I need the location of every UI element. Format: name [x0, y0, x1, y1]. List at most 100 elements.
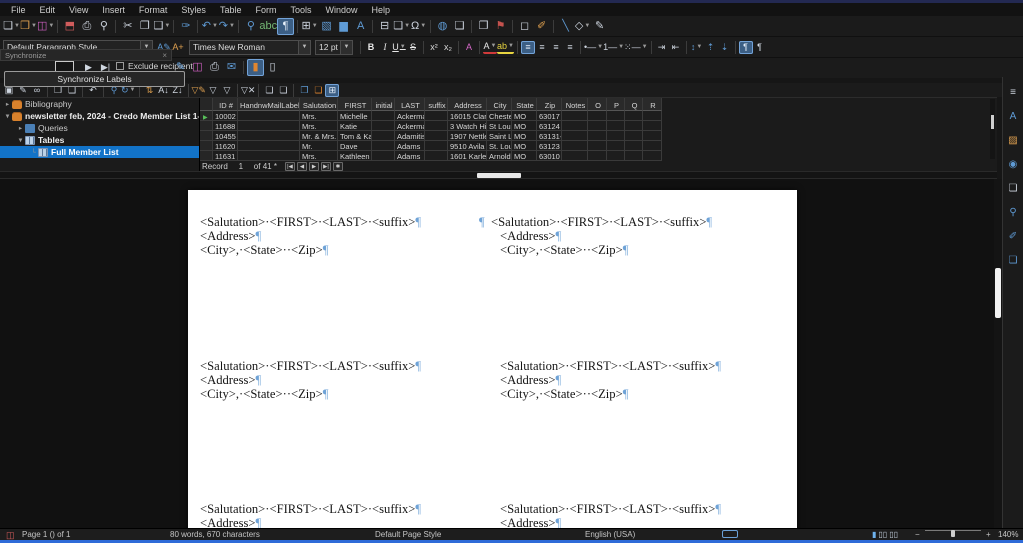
- special-character-icon[interactable]: Ω ▼: [410, 18, 427, 35]
- font-size-combo[interactable]: 12 pt ▼: [315, 39, 353, 55]
- table-cell[interactable]: [625, 131, 643, 141]
- table-cell[interactable]: 63124: [537, 121, 562, 131]
- left-to-right-button[interactable]: ¶: [738, 40, 753, 54]
- mail-merge-label-block[interactable]: <Salutation>·<FIRST>·<LAST>·<suffix>¶ <Ad…: [500, 359, 721, 401]
- chevron-down-icon[interactable]: ▼: [642, 44, 648, 50]
- table-cell[interactable]: [588, 151, 607, 161]
- column-header[interactable]: Zip: [537, 98, 562, 111]
- column-header[interactable]: Q: [625, 98, 643, 111]
- print-preview-icon[interactable]: ⚲: [95, 18, 112, 35]
- menu-view[interactable]: View: [62, 3, 95, 16]
- column-header[interactable]: Notes: [562, 98, 588, 111]
- accessibility-check-icon[interactable]: ❏: [1006, 253, 1021, 268]
- chevron-down-icon[interactable]: ▼: [696, 44, 702, 50]
- show-draw-functions-icon[interactable]: ✎: [591, 18, 608, 35]
- data-to-fields-icon[interactable]: ❏: [276, 84, 290, 97]
- table-cell[interactable]: Chesterf: [487, 111, 512, 121]
- table-cell[interactable]: 63123: [537, 141, 562, 151]
- formatting-marks-icon[interactable]: ¶: [277, 17, 295, 35]
- row-selector[interactable]: [200, 121, 213, 131]
- font-name-combo[interactable]: Times New Roman ▼: [189, 39, 311, 55]
- row-selector[interactable]: [200, 131, 213, 141]
- table-cell[interactable]: [643, 141, 662, 151]
- save-merged-documents-icon[interactable]: ◫: [189, 59, 206, 76]
- expand-icon[interactable]: ▸: [3, 100, 12, 108]
- decrease-indent-button[interactable]: ⇤: [669, 41, 683, 54]
- scrollbar-thumb[interactable]: [477, 173, 521, 178]
- insert-image-icon[interactable]: ▧: [318, 18, 335, 35]
- column-header[interactable]: State: [512, 98, 537, 111]
- column-header[interactable]: R: [643, 98, 662, 111]
- chevron-down-icon[interactable]: ▼: [584, 23, 590, 29]
- table-cell[interactable]: Michelle: [338, 111, 372, 121]
- current-database-icon[interactable]: ▮: [247, 59, 264, 76]
- insert-line-icon[interactable]: ╲: [557, 18, 574, 35]
- table-cell[interactable]: Tom & Ka: [338, 131, 372, 141]
- table-cell[interactable]: [238, 151, 300, 161]
- chevron-down-icon[interactable]: ▼: [340, 40, 352, 54]
- mail-merge-label-block[interactable]: <Salutation>·<FIRST>·<LAST>·<suffix>¶ <Ad…: [200, 502, 421, 528]
- table-cell[interactable]: Mrs.: [300, 151, 338, 161]
- chevron-down-icon[interactable]: ▼: [491, 43, 497, 49]
- autofilter-icon[interactable]: ▽✎: [192, 84, 206, 97]
- column-header[interactable]: LAST: [395, 98, 425, 111]
- menu-format[interactable]: Format: [132, 3, 175, 16]
- table-cell[interactable]: 11631: [213, 151, 238, 161]
- zoom-level-value[interactable]: 140%: [998, 530, 1018, 539]
- outline-list-button[interactable]: ⁙— ▼: [624, 41, 648, 54]
- table-cell[interactable]: MO: [512, 131, 537, 141]
- table-cell[interactable]: [607, 131, 625, 141]
- explorer-on-off-icon[interactable]: ⊞: [325, 83, 340, 97]
- chevron-down-icon[interactable]: ▼: [212, 23, 218, 29]
- table-cell[interactable]: 16015 Clarks: [448, 111, 487, 121]
- column-header[interactable]: P: [607, 98, 625, 111]
- insert-text-box-icon[interactable]: A: [352, 18, 369, 35]
- row-selector[interactable]: [200, 151, 213, 161]
- row-selector[interactable]: ▶: [200, 111, 213, 121]
- character-formatting-button[interactable]: A: [462, 41, 476, 54]
- new-document-icon[interactable]: ❏ ▼: [3, 18, 20, 35]
- table-cell[interactable]: [372, 111, 395, 121]
- table-cell[interactable]: [588, 141, 607, 151]
- insert-table-icon[interactable]: ⊞ ▼: [301, 18, 318, 35]
- table-cell[interactable]: 10002: [213, 111, 238, 121]
- mail-merge-label-block[interactable]: <Salutation>·<FIRST>·<LAST>·<suffix>¶ <Ad…: [200, 215, 421, 257]
- table-cell[interactable]: 63010: [537, 151, 562, 161]
- table-cell[interactable]: 11620: [213, 141, 238, 151]
- single-page-view-icon[interactable]: ▮: [872, 530, 876, 539]
- table-cell[interactable]: MO: [512, 141, 537, 151]
- find-replace-icon[interactable]: ⚲: [242, 18, 259, 35]
- chevron-down-icon[interactable]: ▼: [420, 23, 426, 29]
- mail-merge-label-block[interactable]: <Salutation>·<FIRST>·<LAST>·<suffix>¶ <Ad…: [200, 359, 421, 401]
- column-header[interactable]: O: [588, 98, 607, 111]
- tree-item-newsletter-feb-2024-credo-memb[interactable]: ▾ newsletter feb, 2024 - Credo Member Lis…: [0, 110, 199, 122]
- page-icon[interactable]: ❏: [1006, 181, 1021, 196]
- track-changes-icon[interactable]: ✐: [533, 18, 550, 35]
- decrease-paragraph-spacing-button[interactable]: ⇣: [718, 41, 732, 54]
- table-cell[interactable]: [562, 121, 588, 131]
- chevron-down-icon[interactable]: ▼: [130, 87, 136, 93]
- table-cell[interactable]: [562, 141, 588, 151]
- standard-filter-icon[interactable]: ▽: [220, 84, 234, 97]
- properties-icon[interactable]: A: [1006, 109, 1021, 124]
- font-color-button[interactable]: A ▼: [483, 41, 497, 54]
- table-cell[interactable]: St. Loui: [487, 141, 512, 151]
- zoom-in-button[interactable]: +: [986, 530, 991, 539]
- apply-filter-icon[interactable]: ▽: [206, 84, 220, 97]
- close-icon[interactable]: ×: [162, 51, 167, 60]
- chevron-down-icon[interactable]: ▼: [312, 23, 318, 29]
- collapse-icon[interactable]: ▾: [3, 112, 12, 120]
- document-vertical-scrollbar[interactable]: [994, 179, 1002, 528]
- document-area[interactable]: <Salutation>·<FIRST>·<LAST>·<suffix>¶ <Ad…: [0, 179, 997, 528]
- row-selector-header[interactable]: [200, 98, 213, 111]
- zoom-slider-thumb[interactable]: [951, 530, 955, 537]
- basic-shapes-icon[interactable]: ◇ ▼: [574, 18, 591, 35]
- tree-item-tables[interactable]: ▾ Tables: [0, 134, 199, 146]
- chevron-down-icon[interactable]: ▼: [508, 43, 514, 49]
- table-cell[interactable]: Ackerman: [395, 111, 425, 121]
- ordered-list-button[interactable]: 1— ▼: [603, 41, 624, 54]
- insert-footnote-icon[interactable]: ❏: [451, 18, 468, 35]
- menu-insert[interactable]: Insert: [95, 3, 132, 16]
- table-cell[interactable]: [562, 111, 588, 121]
- table-cell[interactable]: [625, 111, 643, 121]
